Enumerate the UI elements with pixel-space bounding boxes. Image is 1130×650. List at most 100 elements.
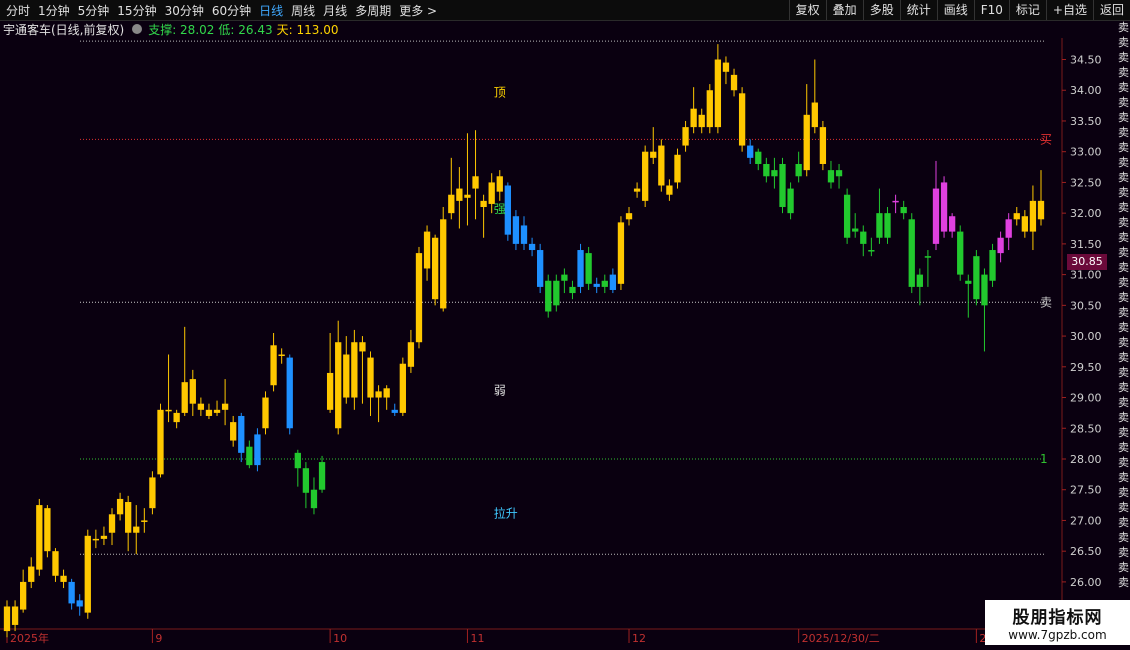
x-tick-label-1: 9 (155, 632, 162, 645)
candle-body-68 (553, 280, 560, 306)
signal-17: 卖 (1118, 276, 1129, 289)
candle-body-42 (343, 354, 350, 398)
candle-body-21 (173, 412, 180, 423)
y-tick-label-3: 33.00 (1070, 146, 1102, 159)
candle-body-120 (973, 256, 980, 300)
candlestick-chart[interactable]: 34.50 34.00 33.50 33.00 32.50 32.00 31.50 31.00… (0, 0, 1130, 650)
candle-body-8 (68, 581, 75, 604)
y-tick-label-12: 28.50 (1070, 422, 1102, 435)
candle-body-122 (989, 250, 996, 281)
candle-body-41 (335, 342, 342, 429)
candle-body-65 (528, 243, 536, 251)
candle-body-107 (868, 250, 875, 252)
candle-body-109 (884, 213, 891, 238)
candle-body-84 (682, 127, 689, 146)
candle-body-38 (310, 489, 318, 509)
candle-body-30 (246, 446, 253, 466)
candle-body-117 (948, 216, 956, 232)
signal-34: 卖 (1118, 531, 1129, 544)
candle-body-81 (658, 145, 665, 186)
signal-16: 卖 (1118, 261, 1129, 274)
candle-body-27 (221, 403, 229, 410)
candle-body-88 (714, 59, 722, 128)
candle-body-103 (835, 170, 843, 177)
signal-12: 卖 (1118, 201, 1129, 214)
signal-21: 卖 (1118, 336, 1129, 349)
y-tick-label-5: 32.00 (1070, 207, 1102, 220)
candle-body-60 (488, 182, 495, 204)
signal-6: 卖 (1118, 111, 1129, 124)
candle-body-45 (367, 357, 374, 398)
signal-30: 卖 (1118, 471, 1129, 484)
signal-8: 卖 (1118, 141, 1129, 154)
candle-body-58 (472, 176, 479, 189)
signal-23: 卖 (1118, 366, 1129, 379)
candle-body-9 (76, 600, 83, 607)
candle-body-55 (448, 194, 455, 214)
candle-body-59 (480, 200, 487, 208)
candle-body-121 (981, 274, 988, 306)
y-tick-label-16: 26.50 (1070, 545, 1102, 558)
candle-body-99 (803, 114, 810, 171)
annotation-1: 弱 (494, 383, 506, 397)
candle-body-64 (520, 225, 528, 244)
candle-body-6 (52, 551, 59, 576)
candle-body-7 (60, 575, 67, 582)
signal-0: 卖 (1118, 21, 1129, 34)
candle-body-15 (125, 502, 132, 533)
candle-body-128 (1037, 200, 1045, 220)
y-tick-label-4: 32.50 (1070, 176, 1102, 189)
candle-body-11 (92, 538, 100, 541)
x-tick-label-0: 2025年 (10, 631, 49, 645)
signal-24: 卖 (1118, 381, 1129, 394)
candle-body-28 (230, 422, 237, 441)
candle-body-34 (278, 354, 285, 357)
candle-body-37 (302, 468, 310, 493)
candle-body-125 (1013, 213, 1020, 220)
candle-body-95 (771, 170, 778, 177)
candle-body-31 (254, 434, 261, 466)
candle-body-22 (181, 382, 188, 413)
y-tick-label-9: 30.00 (1070, 330, 1102, 343)
candle-body-127 (1029, 200, 1037, 232)
candle-body-52 (423, 231, 431, 269)
signal-3: 卖 (1118, 66, 1129, 79)
watermark: 股朋指标网 www.7gpzb.com (985, 600, 1130, 645)
candle-body-53 (431, 237, 439, 300)
candle-body-97 (787, 188, 794, 214)
candle-body-106 (860, 231, 867, 244)
candle-body-48 (391, 409, 398, 413)
candle-body-46 (375, 391, 382, 398)
candle-body-57 (464, 194, 471, 198)
signal-29: 卖 (1118, 456, 1129, 469)
signal-1: 卖 (1118, 36, 1129, 49)
candle-body-5 (44, 508, 51, 552)
candle-body-93 (755, 151, 762, 164)
signal-18: 卖 (1118, 291, 1129, 304)
signal-37: 卖 (1118, 576, 1129, 589)
candle-body-26 (213, 409, 221, 413)
candle-body-79 (642, 151, 649, 201)
candle-body-80 (650, 151, 657, 158)
candle-body-43 (351, 342, 358, 398)
candle-body-100 (811, 102, 818, 128)
y-tick-label-0: 34.50 (1070, 54, 1102, 67)
candle-body-94 (763, 163, 770, 177)
candle-body-118 (957, 231, 964, 275)
candle-body-0 (3, 606, 11, 632)
watermark-title: 股朋指标网 (1012, 608, 1103, 628)
ref-line-label-2: 卖 (1040, 295, 1052, 309)
candle-body-126 (1021, 216, 1028, 232)
candle-body-10 (84, 535, 91, 613)
x-tick-label-2: 10 (333, 632, 347, 645)
candle-body-91 (738, 93, 746, 146)
current-price-tag: 30.85 (1067, 254, 1107, 270)
y-tick-label-7: 31.00 (1070, 269, 1102, 282)
annotation-3: 强 (494, 202, 506, 216)
candle-body-77 (625, 213, 633, 220)
candle-body-111 (900, 207, 907, 214)
candle-body-51 (415, 253, 423, 343)
candle-body-25 (205, 409, 213, 416)
watermark-url: www.7gpzb.com (1008, 628, 1107, 642)
candle-body-124 (1005, 219, 1012, 238)
